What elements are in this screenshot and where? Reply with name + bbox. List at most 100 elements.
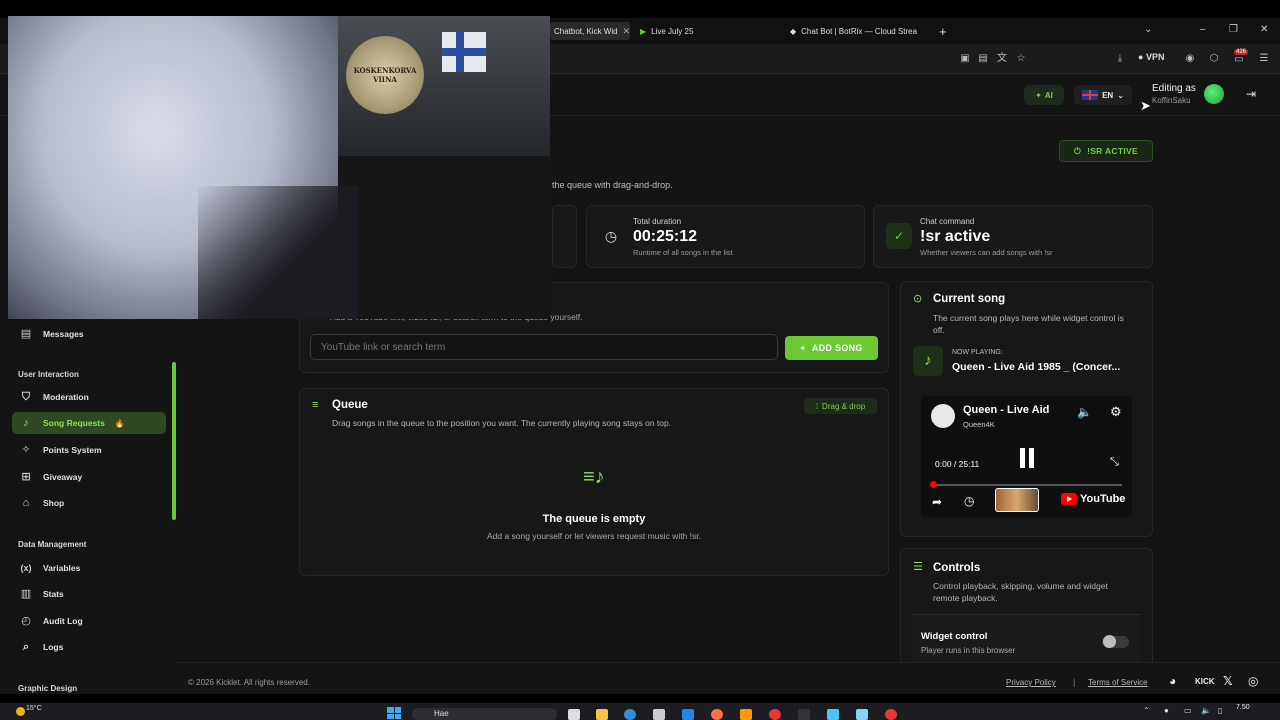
steam-icon[interactable] [682,709,694,720]
widget-control-row: Widget control Player runs in this brows… [913,614,1141,662]
wallet-icon[interactable]: ▭ [1233,54,1245,66]
stat-card-songs [552,205,577,268]
opera-icon[interactable] [769,709,781,720]
fullscreen-icon[interactable]: ⤡ [1110,456,1119,469]
volume-icon[interactable]: 🔈 [1077,405,1092,419]
task-view-icon[interactable] [568,709,580,720]
extensions-icon[interactable]: ⬡ [1208,53,1220,65]
add-song-label: ADD SONG [811,343,863,353]
vlc-icon[interactable] [740,709,752,720]
close-tab-icon[interactable]: ✕ [623,26,630,37]
discord-icon[interactable]: ◕ [1169,674,1176,688]
sidebar-item-song-requests[interactable]: ♪ Song Requests 🔥 [12,412,166,434]
minimize-icon[interactable]: – [1200,24,1206,35]
webcam-shadow [198,186,358,319]
edge-icon[interactable] [624,709,636,720]
drag-drop-badge: ⁞ Drag & drop [804,398,877,414]
taskbar-clock[interactable]: 7.50 [1236,704,1250,711]
sidebar-item-points-system[interactable]: ✧ Points System [12,439,166,461]
taskbar-search[interactable]: Hae [412,708,557,720]
sidebar-item-stats[interactable]: ▥ Stats [12,583,166,605]
now-playing-label: NOW PLAYING: [952,349,1003,356]
maximize-icon[interactable]: ❐ [1229,24,1238,35]
player-video-title[interactable]: Queen - Live Aid [963,404,1049,416]
pause-icon[interactable] [1018,448,1036,468]
network-icon[interactable]: ▭ [1184,706,1192,715]
sidebar-item-label: Giveaway [43,472,83,482]
app-icon[interactable] [827,709,839,720]
recording-app-icon[interactable] [885,709,897,720]
new-tab-button[interactable]: + [939,22,953,40]
microphone-icon[interactable]: ● [1164,706,1169,715]
profile-icon[interactable]: ◉ [1184,53,1196,65]
stat-value: 00:25:12 [633,228,698,245]
youtube-player[interactable]: Queen - Live Aid Queen4K 🔈 ⚙ 0:00 / 25:1… [921,396,1132,517]
logs-icon: ⌕ [22,641,30,653]
stat-label: Total duration [633,217,682,226]
grip-icon: ⁞ [815,401,819,411]
terminal-icon[interactable] [798,709,810,720]
player-channel-name[interactable]: Queen4K [963,420,995,429]
player-progress-bar[interactable] [931,484,1122,486]
firefox-icon[interactable] [711,709,723,720]
sidebar-item-label: Stats [43,589,64,599]
weather-temperature[interactable]: 15°C [26,705,42,712]
reader-icon[interactable]: ▤ [977,53,989,65]
share-icon[interactable]: ➦ [932,495,942,509]
channel-avatar[interactable] [931,404,955,428]
isr-status-badge: ⏻ !SR ACTIVE [1059,140,1153,162]
screenshot-icon[interactable]: ▣ [959,53,971,65]
terms-link[interactable]: Terms of Service [1088,678,1148,687]
watch-later-icon[interactable]: ◷ [964,494,974,508]
tray-chevron-icon[interactable]: ⌃ [1143,706,1150,715]
window-close-icon[interactable]: ✕ [1260,24,1268,35]
privacy-policy-link[interactable]: Privacy Policy [1006,678,1056,687]
add-song-button[interactable]: + ADD SONG [785,336,878,360]
gear-icon[interactable]: ⚙ [1110,404,1122,420]
instagram-icon[interactable]: ◎ [1248,674,1258,688]
sidebar-item-shop[interactable]: ⌂ Shop [12,492,166,514]
translate-icon[interactable]: 文 [996,53,1008,65]
bookmark-star-icon[interactable]: ☆ [1015,53,1027,65]
youtube-search-input[interactable] [310,334,778,360]
x-icon[interactable]: 𝕏 [1223,674,1233,688]
player-progress-handle[interactable] [930,481,937,488]
download-icon[interactable]: ⤓ [1114,53,1126,65]
browser-tab-live[interactable]: ▶ Live July 25 [640,22,776,40]
widget-control-toggle[interactable] [1102,635,1129,648]
volume-icon[interactable]: 🔈 [1201,706,1211,715]
vpn-button[interactable]: ● VPN [1138,52,1164,62]
tab-list-chevron-icon[interactable]: ⌄ [1144,24,1152,35]
sidebar-item-giveaway[interactable]: ⊞ Giveaway [12,466,166,488]
fire-icon: 🔥 [114,418,125,428]
start-button[interactable] [387,707,401,719]
language-selector[interactable]: EN ⌄ [1074,85,1132,105]
store-icon[interactable] [653,709,665,720]
music-note-icon: ♪ [913,346,943,376]
chat-icon: ▤ [20,328,32,340]
sidebar-item-messages[interactable]: ▤ Messages [12,323,166,345]
file-explorer-icon[interactable] [596,709,608,720]
sidebar-item-audit-log[interactable]: ◴ Audit Log [12,610,166,632]
stat-label: Chat command [920,217,975,226]
sidebar-item-variables[interactable]: (x) Variables [12,557,166,579]
youtube-logo[interactable]: YouTube [1061,493,1125,505]
kick-icon[interactable]: KICK [1195,677,1215,686]
sidebar-item-logs[interactable]: ⌕ Logs [12,636,166,658]
app-icon[interactable] [856,709,868,720]
logout-icon[interactable]: ⇥ [1246,87,1256,101]
sidebar-scrollbar[interactable] [172,362,176,520]
battery-icon[interactable]: ▯ [1218,706,1222,715]
browser-tab-botrix[interactable]: ◆ Chat Bot | BotRix — Cloud Strea [790,22,926,40]
avatar[interactable] [1204,84,1224,104]
ai-button[interactable]: ✦ AI [1024,85,1064,105]
sidebar-item-label: Moderation [43,392,89,402]
play-icon: ▶ [640,26,647,36]
related-video-thumbnail[interactable] [995,488,1039,512]
sidebar-item-moderation[interactable]: ⛉ Moderation [12,386,166,408]
sidebar-item-label: Audit Log [43,616,83,626]
queue-title: Queue [332,399,368,411]
music-note-icon: ♪ [23,417,29,429]
browser-tab-kicklet[interactable]: Chatbot, Kick Wid ✕ [550,22,630,40]
menu-icon[interactable]: ☰ [1258,53,1270,65]
